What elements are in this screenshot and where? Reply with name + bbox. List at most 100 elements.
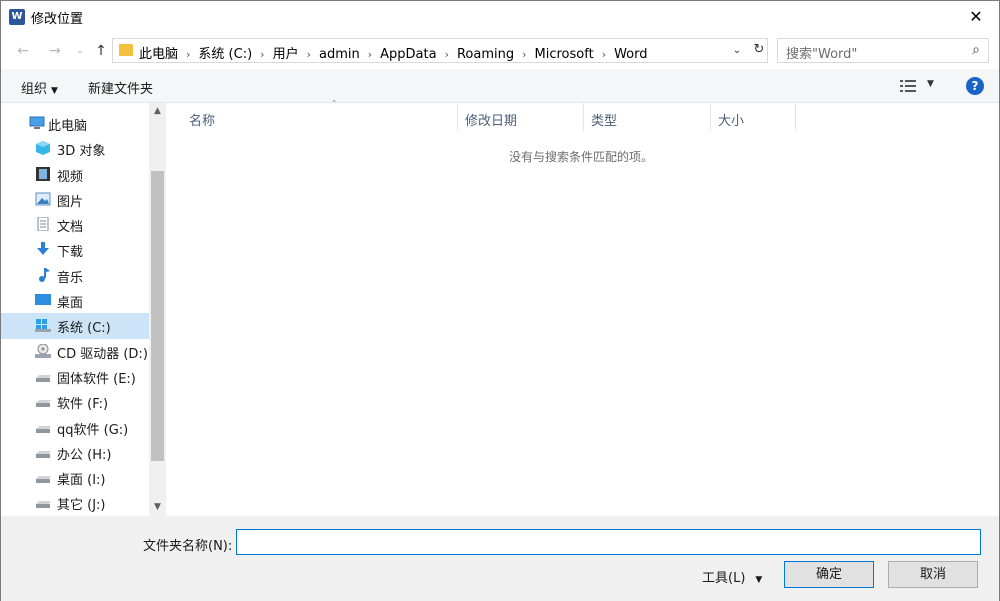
address-dropdown-chevron-icon[interactable]: ⌄ [728,43,746,59]
sidebar-item[interactable]: 3D 对象 [1,136,149,161]
back-arrow-icon[interactable]: ← [14,42,32,60]
sidebar-item-label: 此电脑 [48,119,88,134]
search-icon[interactable]: ⌕ [972,42,980,58]
sidebar-item[interactable]: 软件 (F:) [1,389,149,414]
file-list-pane: 名称 ˄ 修改日期 类型 大小 没有与搜索条件匹配的项。 [166,100,999,516]
sidebar-item-label: 3D 对象 [57,144,106,160]
column-header-label: 大小 [718,114,745,129]
new-folder-button[interactable]: 新建文件夹 [88,78,153,97]
column-header-type[interactable]: 类型 [584,103,711,131]
picture-icon [35,192,51,206]
window-title: 修改位置 [31,12,84,27]
drive-icon [35,420,51,434]
breadcrumb-item[interactable]: AppData [380,47,436,62]
windows-drive-icon [35,318,51,333]
breadcrumb-item[interactable]: 用户 [273,47,299,62]
drive-icon [35,369,51,383]
address-bar[interactable]: 此电脑 › 系统 (C:) › 用户 › admin › AppData › Roaming › Mic… [112,38,768,63]
sidebar-item-label: qq软件 (G:) [57,422,129,438]
breadcrumb-item[interactable]: admin [319,47,360,62]
breadcrumb-separator-icon[interactable]: › [445,48,449,61]
sidebar-item[interactable]: 系统 (C:) [1,313,149,339]
view-dropdown-caret-icon[interactable]: ▼ [927,79,934,89]
sidebar-item-label: 文档 [57,220,84,236]
sidebar-item[interactable]: 下载 [1,237,149,262]
ok-button[interactable]: 确定 [784,561,874,588]
breadcrumb-item[interactable]: Word [614,47,647,62]
sidebar-item[interactable]: CD 驱动器 (D:) [1,339,149,364]
title-bar: W 修改位置 ✕ [1,1,999,33]
breadcrumb-item[interactable]: 此电脑 [139,47,178,62]
sidebar-item[interactable]: 固体软件 (E:) [1,364,149,389]
column-header-name[interactable]: 名称 ˄ [182,100,458,131]
sidebar-item-label: 音乐 [57,270,84,286]
column-header-label: 类型 [591,114,618,129]
sidebar-item-label: 视频 [57,169,84,185]
document-icon [35,216,51,232]
organize-label: 组织 [21,82,48,97]
sidebar-item[interactable]: qq软件 (G:) [1,415,149,440]
column-header-label: 名称 [189,114,216,129]
forward-arrow-icon[interactable]: → [46,42,64,60]
drive-icon [35,445,51,459]
breadcrumb-separator-icon[interactable]: › [186,48,190,61]
caret-down-icon: ▼ [51,86,58,96]
sidebar-item-label: 系统 (C:) [57,321,111,337]
command-bar: 组织 ▼ 新建文件夹 ▼ ? [1,69,999,103]
breadcrumb: 此电脑 › 系统 (C:) › 用户 › admin › AppData › Roaming › Mic… [139,43,648,62]
address-row: ← → ⌄ ↑ 此电脑 › 系统 (C:) › 用户 › admin › AppData › Roa… [1,34,999,68]
close-button[interactable]: ✕ [953,1,999,33]
scroll-down-arrow-icon[interactable]: ▼ [149,499,166,516]
folder-name-label: 文件夹名称(N): [143,539,233,554]
video-icon [35,166,51,181]
sidebar-item[interactable]: 音乐 [1,263,149,288]
sidebar-item[interactable]: 其它 (J:) [1,490,149,515]
recent-locations-chevron-icon[interactable]: ⌄ [71,42,89,60]
up-arrow-icon[interactable]: ↑ [92,42,110,60]
folder-name-input[interactable] [236,529,981,555]
scrollbar-thumb[interactable] [151,171,164,461]
search-placeholder: 搜索"Word" [786,47,858,62]
refresh-icon[interactable]: ↻ [750,41,768,59]
column-header-date-modified[interactable]: 修改日期 [458,103,584,131]
breadcrumb-separator-icon[interactable]: › [602,48,606,61]
sidebar-item[interactable]: 办公 (H:) [1,440,149,465]
tools-menu-button[interactable]: 工具(L) ▼ [702,567,762,586]
breadcrumb-separator-icon[interactable]: › [307,48,311,61]
dialog-footer: 文件夹名称(N): 工具(L) ▼ 确定 取消 [1,516,999,601]
drive-icon [35,470,51,484]
sort-ascending-icon: ˄ [332,100,337,110]
column-header-size[interactable]: 大小 [711,103,796,131]
empty-results-message: 没有与搜索条件匹配的项。 [509,150,654,164]
organize-menu-button[interactable]: 组织 ▼ [21,78,58,97]
breadcrumb-separator-icon[interactable]: › [522,48,526,61]
breadcrumb-separator-icon[interactable]: › [368,48,372,61]
search-input[interactable]: 搜索"Word" ⌕ [777,38,989,63]
sidebar-item[interactable]: 此电脑 [1,111,149,136]
sidebar-item[interactable]: 文档 [1,212,149,237]
navigation-tree: 此电脑 3D 对象视频图片文档 下载音乐桌面系统 (C:) CD 驱动器 (D:) 固体… [1,111,149,516]
drive-icon [35,394,51,408]
sidebar-item-label: 其它 (J:) [57,498,106,514]
help-icon[interactable]: ? [966,77,984,95]
drive-icon [35,495,51,509]
sidebar-item[interactable]: 桌面 [1,288,149,313]
sidebar-item[interactable]: 视频 [1,162,149,187]
download-icon [35,242,51,256]
breadcrumb-item[interactable]: 系统 (C:) [198,47,252,62]
sidebar-item[interactable]: 图片 [1,187,149,212]
scroll-up-arrow-icon[interactable]: ▲ [149,103,166,120]
column-header-label: 修改日期 [465,114,518,129]
cancel-button[interactable]: 取消 [888,561,978,588]
navigation-scrollbar[interactable]: ▲ ▼ [149,103,166,516]
sidebar-item-label: 软件 (F:) [57,397,109,413]
breadcrumb-separator-icon[interactable]: › [260,48,264,61]
navigation-pane: 此电脑 3D 对象视频图片文档 下载音乐桌面系统 (C:) CD 驱动器 (D:) 固体… [1,103,166,516]
sidebar-item-label: 桌面 [57,296,84,312]
view-options-icon[interactable] [900,79,916,93]
breadcrumb-item[interactable]: Microsoft [535,47,594,62]
breadcrumb-item[interactable]: Roaming [457,47,514,62]
sidebar-item[interactable]: 桌面 (I:) [1,465,149,490]
desktop-icon [35,293,51,307]
save-dialog-window: W 修改位置 ✕ ← → ⌄ ↑ 此电脑 › 系统 (C:) › 用户 › admin › Ap… [0,0,1000,601]
